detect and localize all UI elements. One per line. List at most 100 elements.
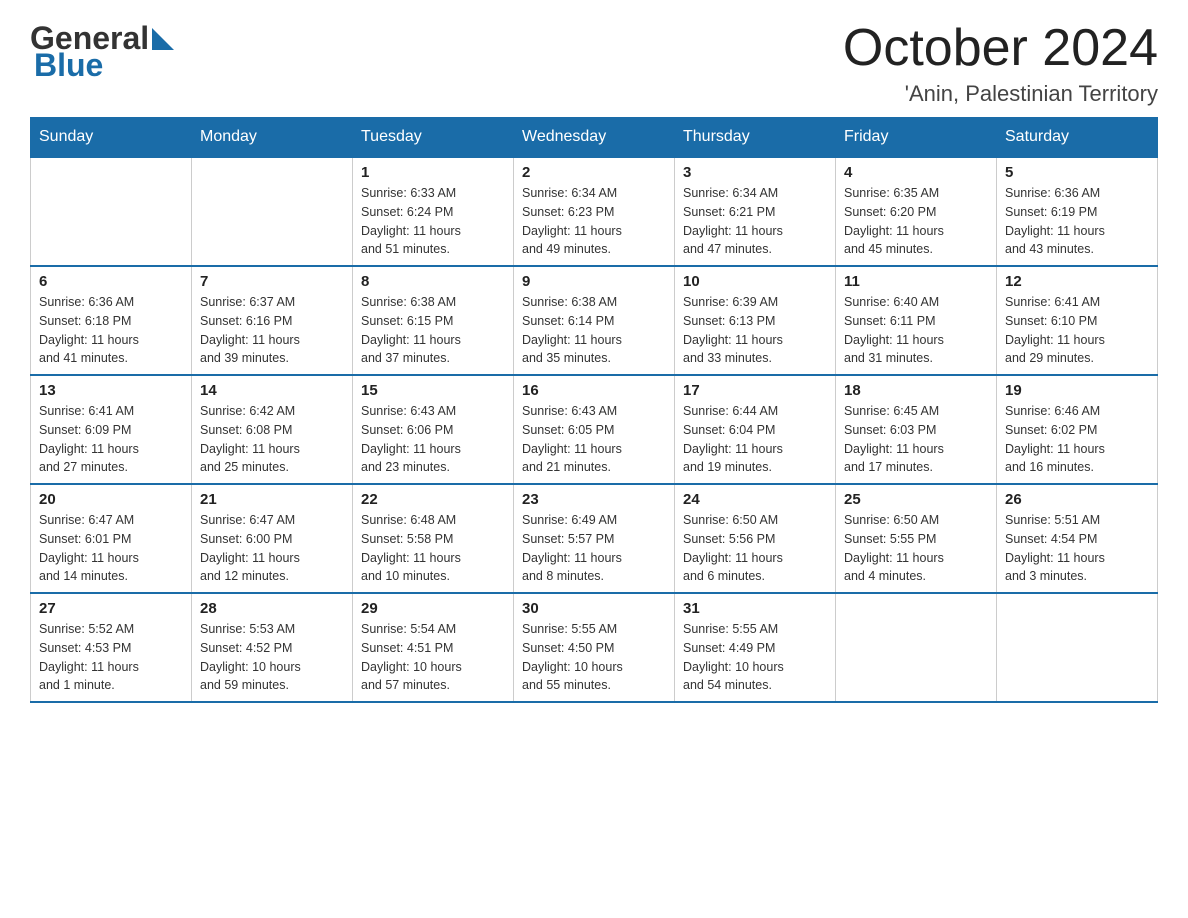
- day-info: Sunrise: 6:50 AM Sunset: 5:56 PM Dayligh…: [683, 511, 827, 586]
- calendar-cell: [31, 157, 192, 266]
- calendar-week-row: 27Sunrise: 5:52 AM Sunset: 4:53 PM Dayli…: [31, 593, 1158, 702]
- day-number: 21: [200, 491, 344, 508]
- calendar-header-row: SundayMondayTuesdayWednesdayThursdayFrid…: [31, 118, 1158, 158]
- day-info: Sunrise: 6:35 AM Sunset: 6:20 PM Dayligh…: [844, 184, 988, 259]
- day-info: Sunrise: 6:50 AM Sunset: 5:55 PM Dayligh…: [844, 511, 988, 586]
- day-number: 18: [844, 382, 988, 399]
- day-number: 6: [39, 273, 183, 290]
- day-info: Sunrise: 6:48 AM Sunset: 5:58 PM Dayligh…: [361, 511, 505, 586]
- day-info: Sunrise: 6:44 AM Sunset: 6:04 PM Dayligh…: [683, 402, 827, 477]
- calendar-cell: 13 Sunrise: 6:41 AM Sunset: 6:09 PM Dayli…: [31, 375, 192, 484]
- day-info: Sunrise: 5:55 AM Sunset: 4:50 PM Dayligh…: [522, 620, 666, 695]
- day-number: 14: [200, 382, 344, 399]
- calendar-cell: 10 Sunrise: 6:39 AM Sunset: 6:13 PM Dayli…: [675, 266, 836, 375]
- day-info: Sunrise: 6:42 AM Sunset: 6:08 PM Dayligh…: [200, 402, 344, 477]
- day-number: 31: [683, 600, 827, 617]
- calendar-cell: 14 Sunrise: 6:42 AM Sunset: 6:08 PM Dayli…: [192, 375, 353, 484]
- calendar-cell: 22 Sunrise: 6:48 AM Sunset: 5:58 PM Dayli…: [353, 484, 514, 593]
- day-number: 5: [1005, 164, 1149, 181]
- calendar-cell: 25 Sunrise: 6:50 AM Sunset: 5:55 PM Dayli…: [836, 484, 997, 593]
- calendar-cell: 30 Sunrise: 5:55 AM Sunset: 4:50 PM Dayli…: [514, 593, 675, 702]
- day-number: 22: [361, 491, 505, 508]
- day-number: 20: [39, 491, 183, 508]
- calendar-cell: 7 Sunrise: 6:37 AM Sunset: 6:16 PM Daylig…: [192, 266, 353, 375]
- day-number: 2: [522, 164, 666, 181]
- logo-triangle-icon: [152, 28, 174, 50]
- day-info: Sunrise: 6:33 AM Sunset: 6:24 PM Dayligh…: [361, 184, 505, 259]
- calendar-week-row: 1Sunrise: 6:33 AM Sunset: 6:24 PM Daylig…: [31, 157, 1158, 266]
- day-number: 29: [361, 600, 505, 617]
- day-info: Sunrise: 6:38 AM Sunset: 6:15 PM Dayligh…: [361, 293, 505, 368]
- day-number: 15: [361, 382, 505, 399]
- day-number: 30: [522, 600, 666, 617]
- calendar-day-header: Monday: [192, 118, 353, 158]
- calendar-day-header: Saturday: [997, 118, 1158, 158]
- calendar-cell: 31 Sunrise: 5:55 AM Sunset: 4:49 PM Dayli…: [675, 593, 836, 702]
- day-number: 25: [844, 491, 988, 508]
- day-info: Sunrise: 6:47 AM Sunset: 6:00 PM Dayligh…: [200, 511, 344, 586]
- calendar-day-header: Thursday: [675, 118, 836, 158]
- calendar-cell: 24 Sunrise: 6:50 AM Sunset: 5:56 PM Dayli…: [675, 484, 836, 593]
- day-info: Sunrise: 5:55 AM Sunset: 4:49 PM Dayligh…: [683, 620, 827, 695]
- calendar-cell: 19 Sunrise: 6:46 AM Sunset: 6:02 PM Dayli…: [997, 375, 1158, 484]
- month-title: October 2024: [843, 20, 1158, 77]
- calendar-cell: 1Sunrise: 6:33 AM Sunset: 6:24 PM Daylig…: [353, 157, 514, 266]
- day-number: 7: [200, 273, 344, 290]
- day-number: 13: [39, 382, 183, 399]
- day-number: 12: [1005, 273, 1149, 290]
- calendar-cell: 16 Sunrise: 6:43 AM Sunset: 6:05 PM Dayli…: [514, 375, 675, 484]
- calendar-cell: 17Sunrise: 6:44 AM Sunset: 6:04 PM Dayli…: [675, 375, 836, 484]
- calendar-week-row: 20Sunrise: 6:47 AM Sunset: 6:01 PM Dayli…: [31, 484, 1158, 593]
- day-number: 4: [844, 164, 988, 181]
- day-number: 19: [1005, 382, 1149, 399]
- calendar-cell: 27Sunrise: 5:52 AM Sunset: 4:53 PM Dayli…: [31, 593, 192, 702]
- day-info: Sunrise: 5:51 AM Sunset: 4:54 PM Dayligh…: [1005, 511, 1149, 586]
- day-info: Sunrise: 6:39 AM Sunset: 6:13 PM Dayligh…: [683, 293, 827, 368]
- calendar-cell: [836, 593, 997, 702]
- location-title: 'Anin, Palestinian Territory: [843, 81, 1158, 107]
- logo: General Blue: [30, 20, 174, 84]
- calendar-cell: 18 Sunrise: 6:45 AM Sunset: 6:03 PM Dayli…: [836, 375, 997, 484]
- calendar-cell: [192, 157, 353, 266]
- calendar-cell: 12Sunrise: 6:41 AM Sunset: 6:10 PM Dayli…: [997, 266, 1158, 375]
- day-number: 24: [683, 491, 827, 508]
- calendar-cell: 23Sunrise: 6:49 AM Sunset: 5:57 PM Dayli…: [514, 484, 675, 593]
- calendar-cell: 3 Sunrise: 6:34 AM Sunset: 6:21 PM Daylig…: [675, 157, 836, 266]
- day-info: Sunrise: 5:54 AM Sunset: 4:51 PM Dayligh…: [361, 620, 505, 695]
- day-number: 3: [683, 164, 827, 181]
- calendar-cell: 15 Sunrise: 6:43 AM Sunset: 6:06 PM Dayli…: [353, 375, 514, 484]
- page-header: General Blue October 2024 'Anin, Palesti…: [30, 20, 1158, 107]
- calendar-week-row: 6 Sunrise: 6:36 AM Sunset: 6:18 PM Daylig…: [31, 266, 1158, 375]
- day-number: 9: [522, 273, 666, 290]
- day-info: Sunrise: 6:41 AM Sunset: 6:09 PM Dayligh…: [39, 402, 183, 477]
- calendar-cell: 28Sunrise: 5:53 AM Sunset: 4:52 PM Dayli…: [192, 593, 353, 702]
- day-number: 10: [683, 273, 827, 290]
- day-info: Sunrise: 6:34 AM Sunset: 6:21 PM Dayligh…: [683, 184, 827, 259]
- calendar-cell: 2 Sunrise: 6:34 AM Sunset: 6:23 PM Daylig…: [514, 157, 675, 266]
- calendar-table: SundayMondayTuesdayWednesdayThursdayFrid…: [30, 117, 1158, 703]
- logo-blue-text: Blue: [34, 47, 103, 84]
- calendar-cell: 20Sunrise: 6:47 AM Sunset: 6:01 PM Dayli…: [31, 484, 192, 593]
- calendar-day-header: Sunday: [31, 118, 192, 158]
- day-info: Sunrise: 6:43 AM Sunset: 6:05 PM Dayligh…: [522, 402, 666, 477]
- day-number: 16: [522, 382, 666, 399]
- calendar-cell: 5Sunrise: 6:36 AM Sunset: 6:19 PM Daylig…: [997, 157, 1158, 266]
- day-info: Sunrise: 6:46 AM Sunset: 6:02 PM Dayligh…: [1005, 402, 1149, 477]
- day-info: Sunrise: 6:45 AM Sunset: 6:03 PM Dayligh…: [844, 402, 988, 477]
- day-number: 26: [1005, 491, 1149, 508]
- calendar-cell: 8Sunrise: 6:38 AM Sunset: 6:15 PM Daylig…: [353, 266, 514, 375]
- day-number: 11: [844, 273, 988, 290]
- calendar-cell: 29 Sunrise: 5:54 AM Sunset: 4:51 PM Dayli…: [353, 593, 514, 702]
- title-section: October 2024 'Anin, Palestinian Territor…: [843, 20, 1158, 107]
- day-info: Sunrise: 6:36 AM Sunset: 6:18 PM Dayligh…: [39, 293, 183, 368]
- day-info: Sunrise: 6:43 AM Sunset: 6:06 PM Dayligh…: [361, 402, 505, 477]
- day-info: Sunrise: 6:37 AM Sunset: 6:16 PM Dayligh…: [200, 293, 344, 368]
- calendar-cell: 21 Sunrise: 6:47 AM Sunset: 6:00 PM Dayli…: [192, 484, 353, 593]
- day-number: 28: [200, 600, 344, 617]
- day-info: Sunrise: 6:38 AM Sunset: 6:14 PM Dayligh…: [522, 293, 666, 368]
- day-info: Sunrise: 6:34 AM Sunset: 6:23 PM Dayligh…: [522, 184, 666, 259]
- calendar-cell: [997, 593, 1158, 702]
- calendar-cell: 4 Sunrise: 6:35 AM Sunset: 6:20 PM Daylig…: [836, 157, 997, 266]
- calendar-cell: 9 Sunrise: 6:38 AM Sunset: 6:14 PM Daylig…: [514, 266, 675, 375]
- day-number: 27: [39, 600, 183, 617]
